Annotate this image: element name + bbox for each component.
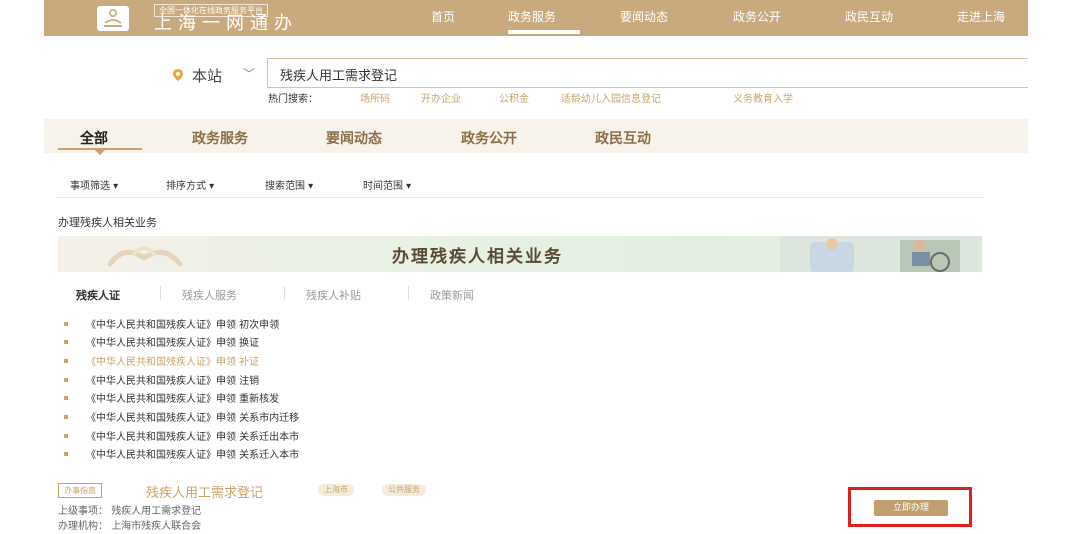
hot-search-item[interactable]: 场所码	[360, 90, 390, 105]
list-item[interactable]: 《中华人民共和国残疾人证》申领 补证	[64, 353, 259, 368]
nav-active-indicator	[508, 30, 580, 34]
stamp-icon[interactable]	[90, 3, 136, 33]
bullet-icon	[64, 414, 68, 419]
divider	[408, 286, 409, 300]
heart-hands-image	[100, 238, 190, 274]
hot-search-item[interactable]: 适龄幼儿入园信息登记	[561, 90, 661, 105]
filter-sort[interactable]: 排序方式 ▾	[166, 177, 214, 192]
hot-search-item[interactable]: 公积金	[499, 90, 529, 105]
divider	[56, 197, 984, 198]
chevron-down-icon[interactable]: ﹀	[243, 65, 255, 82]
divider	[160, 286, 161, 300]
nav-news[interactable]: 要闻动态	[620, 8, 668, 25]
hot-search-label: 热门搜索：	[268, 94, 318, 105]
subtab-disability-card[interactable]: 残疾人证	[76, 287, 120, 303]
tab-interaction[interactable]: 政民互动	[595, 128, 651, 148]
hot-search-item[interactable]: 开办企业	[421, 90, 461, 105]
list-item[interactable]: 《中华人民共和国残疾人证》申领 换证	[64, 334, 259, 349]
subtab-disability-subsidy[interactable]: 残疾人补贴	[306, 287, 361, 303]
nav-about-shanghai[interactable]: 走进上海	[957, 8, 1005, 25]
search-scope-select[interactable]: 本站	[192, 65, 222, 86]
banner-title: 办理残疾人相关业务	[392, 247, 563, 267]
guide-badge: 办事指南	[58, 483, 102, 498]
parent-item-info: 上级事项： 残疾人用工需求登记	[58, 506, 202, 517]
filter-scope[interactable]: 搜索范围 ▾	[265, 177, 313, 192]
search-query[interactable]: 残疾人用工需求登记	[280, 65, 397, 84]
bullet-icon	[64, 321, 68, 326]
bullet-icon	[64, 339, 68, 344]
divider	[284, 286, 285, 300]
filter-time-range[interactable]: 时间范围 ▾	[363, 177, 411, 192]
list-item[interactable]: 《中华人民共和国残疾人证》申领 关系迁入本市	[64, 446, 299, 461]
service-type-tag: 公共服务	[382, 484, 426, 496]
tab-government-services[interactable]: 政务服务	[192, 128, 248, 148]
subtab-policy-news[interactable]: 政策新闻	[430, 287, 474, 303]
bullet-icon	[64, 358, 68, 363]
tab-all[interactable]: 全部	[80, 128, 108, 148]
list-item[interactable]: 《中华人民共和国残疾人证》申领 重新核发	[64, 390, 279, 405]
highlight-box	[848, 487, 972, 527]
bullet-icon	[64, 433, 68, 438]
bullet-icon	[64, 451, 68, 456]
nav-government-services[interactable]: 政务服务	[508, 8, 556, 25]
section-title: 办理残疾人相关业务	[58, 216, 157, 229]
bullet-icon	[64, 377, 68, 382]
subtab-disability-services[interactable]: 残疾人服务	[182, 287, 237, 303]
nav-public-affairs[interactable]: 政务公开	[733, 8, 781, 25]
site-title[interactable]: 上海一网通办	[154, 14, 298, 34]
bullet-icon	[64, 395, 68, 400]
hot-search-item[interactable]: 义务教育入学	[733, 90, 793, 105]
location-pin-icon	[172, 67, 184, 86]
tab-news[interactable]: 要闻动态	[326, 128, 382, 148]
active-tab-arrow	[95, 150, 105, 155]
list-item[interactable]: 《中华人民共和国残疾人证》申领 初次申领	[64, 316, 279, 331]
list-item[interactable]: 《中华人民共和国残疾人证》申领 注销	[64, 372, 259, 387]
region-tag: 上海市	[318, 484, 354, 496]
guide-title-link[interactable]: 残疾人用工需求登记	[146, 482, 263, 501]
list-item[interactable]: 《中华人民共和国残疾人证》申领 关系迁出本市	[64, 428, 299, 443]
wheelchair-people-image	[780, 236, 982, 276]
nav-interaction[interactable]: 政民互动	[845, 8, 893, 25]
handling-org-info: 办理机构： 上海市残疾人联合会	[58, 521, 202, 532]
tab-public-affairs[interactable]: 政务公开	[461, 128, 517, 148]
nav-home[interactable]: 首页	[431, 8, 455, 25]
list-item[interactable]: 《中华人民共和国残疾人证》申领 关系市内迁移	[64, 409, 299, 424]
filter-item-type[interactable]: 事项筛选 ▾	[70, 177, 118, 192]
